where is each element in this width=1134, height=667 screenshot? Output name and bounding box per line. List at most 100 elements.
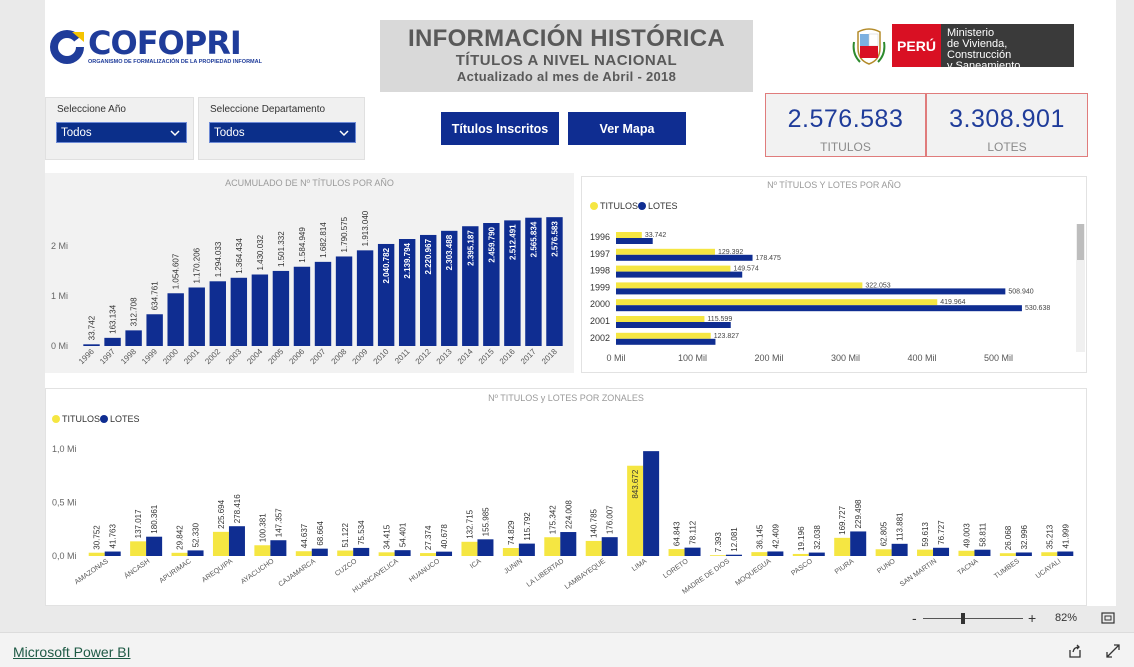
h-bar [616,265,731,272]
bar-data-label: 40.678 [440,524,449,549]
bar-data-label: 26.068 [1004,525,1013,550]
x-tick-label: 2010 [372,347,391,366]
fullscreen-icon[interactable] [1105,643,1121,659]
zone-bar [212,531,229,556]
zone-bar [353,547,370,556]
x-tick-label: 1999 [140,347,159,366]
ver-mapa-button[interactable]: Ver Mapa [568,112,686,145]
legend-marker [100,415,108,423]
bar-data-label: 29.842 [176,525,185,550]
zone-bar [420,553,437,556]
bar-data-label: 34.415 [383,524,392,549]
bar-data-label: 169.727 [838,505,847,534]
zoom-in-button[interactable]: + [1028,610,1036,626]
bar-data-label: 2.576.583 [550,221,559,257]
department-dropdown[interactable]: Todos [209,122,356,143]
bar-data-label: 147.357 [274,508,283,537]
zone-bar [767,551,784,556]
powerbi-link[interactable]: Microsoft Power BI [13,644,130,660]
bar-data-label: 78.112 [689,520,698,544]
bar-data-label: 2.303.488 [445,234,454,270]
y-tick-label: 1998 [590,266,610,276]
x-tick-label: 2014 [456,347,475,366]
bar-data-label: 1.364.434 [235,238,244,274]
bar-data-label: 1.294.033 [214,241,223,277]
x-tick-label: 2018 [540,347,559,366]
x-tick-label: 2000 [161,347,180,366]
department-slicer-label: Seleccione Departamento [210,104,326,115]
zone-bar [808,552,825,556]
titulos-inscritos-button[interactable]: Títulos Inscritos [441,112,559,145]
bar-data-label: 33.742 [88,315,97,340]
x-tick-label: 2006 [287,347,306,366]
x-tick-label: 1996 [77,347,96,366]
cumulative-bar [314,261,332,346]
y-tick-label: 1999 [590,282,610,292]
bar-data-label: 224.008 [564,500,573,529]
bar-data-label: 149.574 [733,266,758,273]
bar-data-label: 44.637 [300,523,309,548]
x-tick-label: 2011 [393,347,412,366]
bar-data-label: 64.843 [673,521,682,546]
zoom-out-button[interactable]: - [912,610,917,626]
h-bar [616,232,642,238]
zone-bar [461,541,478,556]
zoom-slider-track[interactable] [923,618,1023,619]
zone-bar [933,547,950,556]
fit-to-page-icon[interactable] [1101,612,1115,624]
powerbi-footer: Microsoft Power BI [0,632,1134,667]
zone-bar [502,547,519,556]
zone-bar [518,543,535,556]
cumulative-bar [209,281,226,346]
y-tick-label: 2002 [590,333,610,343]
bar-data-label: 419.964 [940,299,965,306]
kpi-lotes-value: 3.308.901 [949,105,1065,133]
cumulative-bar [272,270,290,346]
peru-badge: PERÚ [892,24,941,67]
bar-data-label: 2.459.790 [487,226,496,262]
kpi-titulos-value: 2.576.583 [787,105,904,133]
x-tick-label: PIURA [834,558,856,576]
x-tick-label: PUNO [876,558,897,576]
zone-bar [999,553,1016,556]
zoom-bar: - + 82% [0,606,1134,632]
chevron-down-icon [170,130,180,137]
department-dropdown-value: Todos [214,127,245,139]
update-date: Actualizado al mes de Abril - 2018 [456,69,677,84]
h-bar [616,338,716,345]
zone-bar [270,540,287,556]
kpi-titulos-card: 2.576.583 TITULOS [765,93,926,157]
zone-bar [88,552,105,556]
year-dropdown[interactable]: Todos [56,122,187,143]
bar-data-label: 1.682.814 [319,222,328,258]
legend-label: TITULOS [62,414,100,424]
scrollbar-thumb [1077,224,1084,260]
bar-data-label: 1.790.575 [340,216,349,252]
h-bar [616,254,753,261]
bar-data-label: 52.330 [192,522,201,547]
year-dropdown-value: Todos [61,127,92,139]
y-tick-label: 0,0 Mi [52,551,77,561]
kpi-lotes-caption: LOTES [987,140,1027,154]
share-icon[interactable] [1067,643,1083,659]
y-tick-label: 1 Mi [51,291,68,301]
h-bar [616,316,705,322]
ministry-line-2: de Vivienda, Construcción [947,38,1012,61]
zone-bar [668,549,685,556]
legend-label: LOTES [648,201,678,211]
bar-data-label: 137.017 [134,509,143,538]
bar-data-label: 1.054.607 [172,253,181,289]
legend-marker [52,415,60,423]
bar-data-label: 32.996 [1020,524,1029,549]
zone-bar [643,451,660,556]
cumulative-bar [356,250,374,346]
zone-chart-svg: TITULOS LOTES 0,0 Mi 0,5 Mi 1,0 Mi 30.752 41.7… [52,414,1074,596]
zoom-slider-thumb[interactable] [961,613,965,624]
bar-data-label: 30.752 [93,525,102,550]
zone-bar [834,537,851,556]
x-tick-label: 1997 [98,347,117,366]
bar-data-label: 278.416 [233,494,242,523]
titles-lots-year-chart-svg: TITULOS LOTES 1996 33.742 1997 129.392 178.475… [590,201,1085,363]
bar-data-label: 76.727 [937,520,946,545]
x-tick-label: 2002 [203,347,222,366]
